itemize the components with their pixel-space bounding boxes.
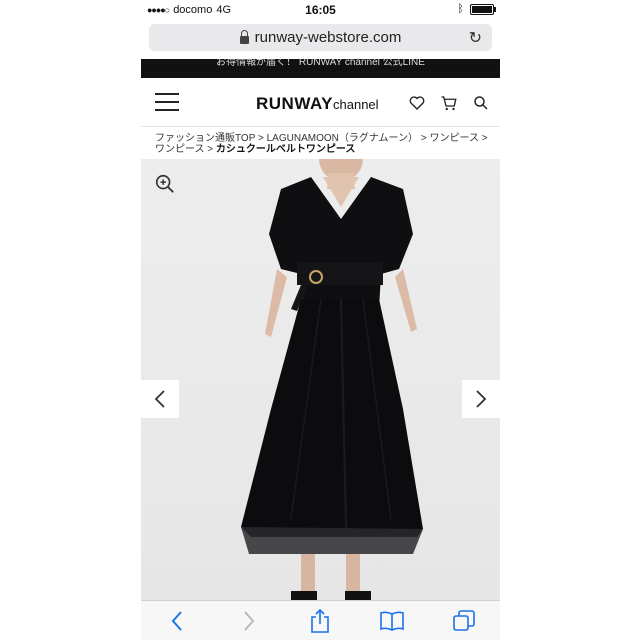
chevron-left-icon: [154, 390, 165, 408]
site-header: RUNWAYchannel: [141, 80, 500, 127]
lock-icon: [239, 29, 249, 44]
product-image-carousel[interactable]: [141, 159, 500, 600]
search-icon[interactable]: [472, 94, 490, 112]
breadcrumb-separator: >: [478, 133, 488, 144]
chevron-right-icon: [243, 611, 255, 631]
prev-image-button[interactable]: [141, 380, 179, 418]
breadcrumb-item[interactable]: ワンピース: [429, 133, 479, 144]
next-image-button[interactable]: [462, 380, 500, 418]
status-right: ᛒ: [457, 3, 496, 15]
heart-icon[interactable]: [408, 94, 426, 112]
header-icons: [408, 94, 490, 112]
breadcrumb-item[interactable]: ファッション通販TOP: [155, 133, 255, 144]
breadcrumb: ファッション通販TOP > LAGUNAMOON（ラグナムーン） > ワンピース…: [155, 133, 495, 155]
share-icon: [311, 608, 330, 633]
browser-toolbar: [141, 600, 500, 640]
breadcrumb-current: カシュクールベルトワンピース: [215, 144, 356, 155]
hamburger-icon[interactable]: [155, 93, 179, 111]
status-time: 16:05: [305, 3, 336, 17]
site-logo[interactable]: RUNWAYchannel: [256, 94, 379, 114]
logo-sub: channel: [333, 97, 379, 112]
address-bar[interactable]: runway-webstore.com ↻: [149, 24, 492, 51]
forward-button[interactable]: [235, 607, 263, 635]
share-button[interactable]: [306, 607, 334, 635]
line-banner[interactable]: お得情報が届く！ RUNWAY channel 公式LINE: [141, 59, 500, 78]
breadcrumb-separator: >: [418, 133, 430, 144]
chevron-left-icon: [171, 611, 182, 631]
battery-icon: [470, 3, 496, 15]
breadcrumb-separator: >: [204, 144, 216, 155]
logo-main: RUNWAY: [256, 94, 333, 113]
phone-screen: ●●●●○ docomo 4G 16:05 ᛒ runway-webstore.…: [141, 0, 500, 640]
breadcrumb-item[interactable]: ワンピース: [155, 144, 205, 155]
url-text: runway-webstore.com: [254, 29, 402, 46]
zoom-in-icon[interactable]: [154, 173, 176, 195]
tabs-icon: [453, 610, 475, 631]
back-button[interactable]: [163, 607, 191, 635]
bookmarks-button[interactable]: [378, 607, 406, 635]
chevron-right-icon: [476, 390, 487, 408]
bluetooth-icon: ᛒ: [457, 3, 464, 15]
tabs-button[interactable]: [450, 607, 478, 635]
status-bar: ●●●●○ docomo 4G 16:05 ᛒ: [141, 0, 500, 20]
book-icon: [380, 611, 405, 631]
cart-icon[interactable]: [440, 94, 458, 112]
breadcrumb-separator: >: [255, 133, 267, 144]
product-photo: [241, 159, 423, 600]
reload-icon[interactable]: ↻: [469, 28, 482, 48]
banner-text: お得情報が届く！ RUNWAY channel 公式LINE: [216, 59, 425, 68]
breadcrumb-item[interactable]: LAGUNAMOON（ラグナムーン）: [267, 133, 418, 144]
